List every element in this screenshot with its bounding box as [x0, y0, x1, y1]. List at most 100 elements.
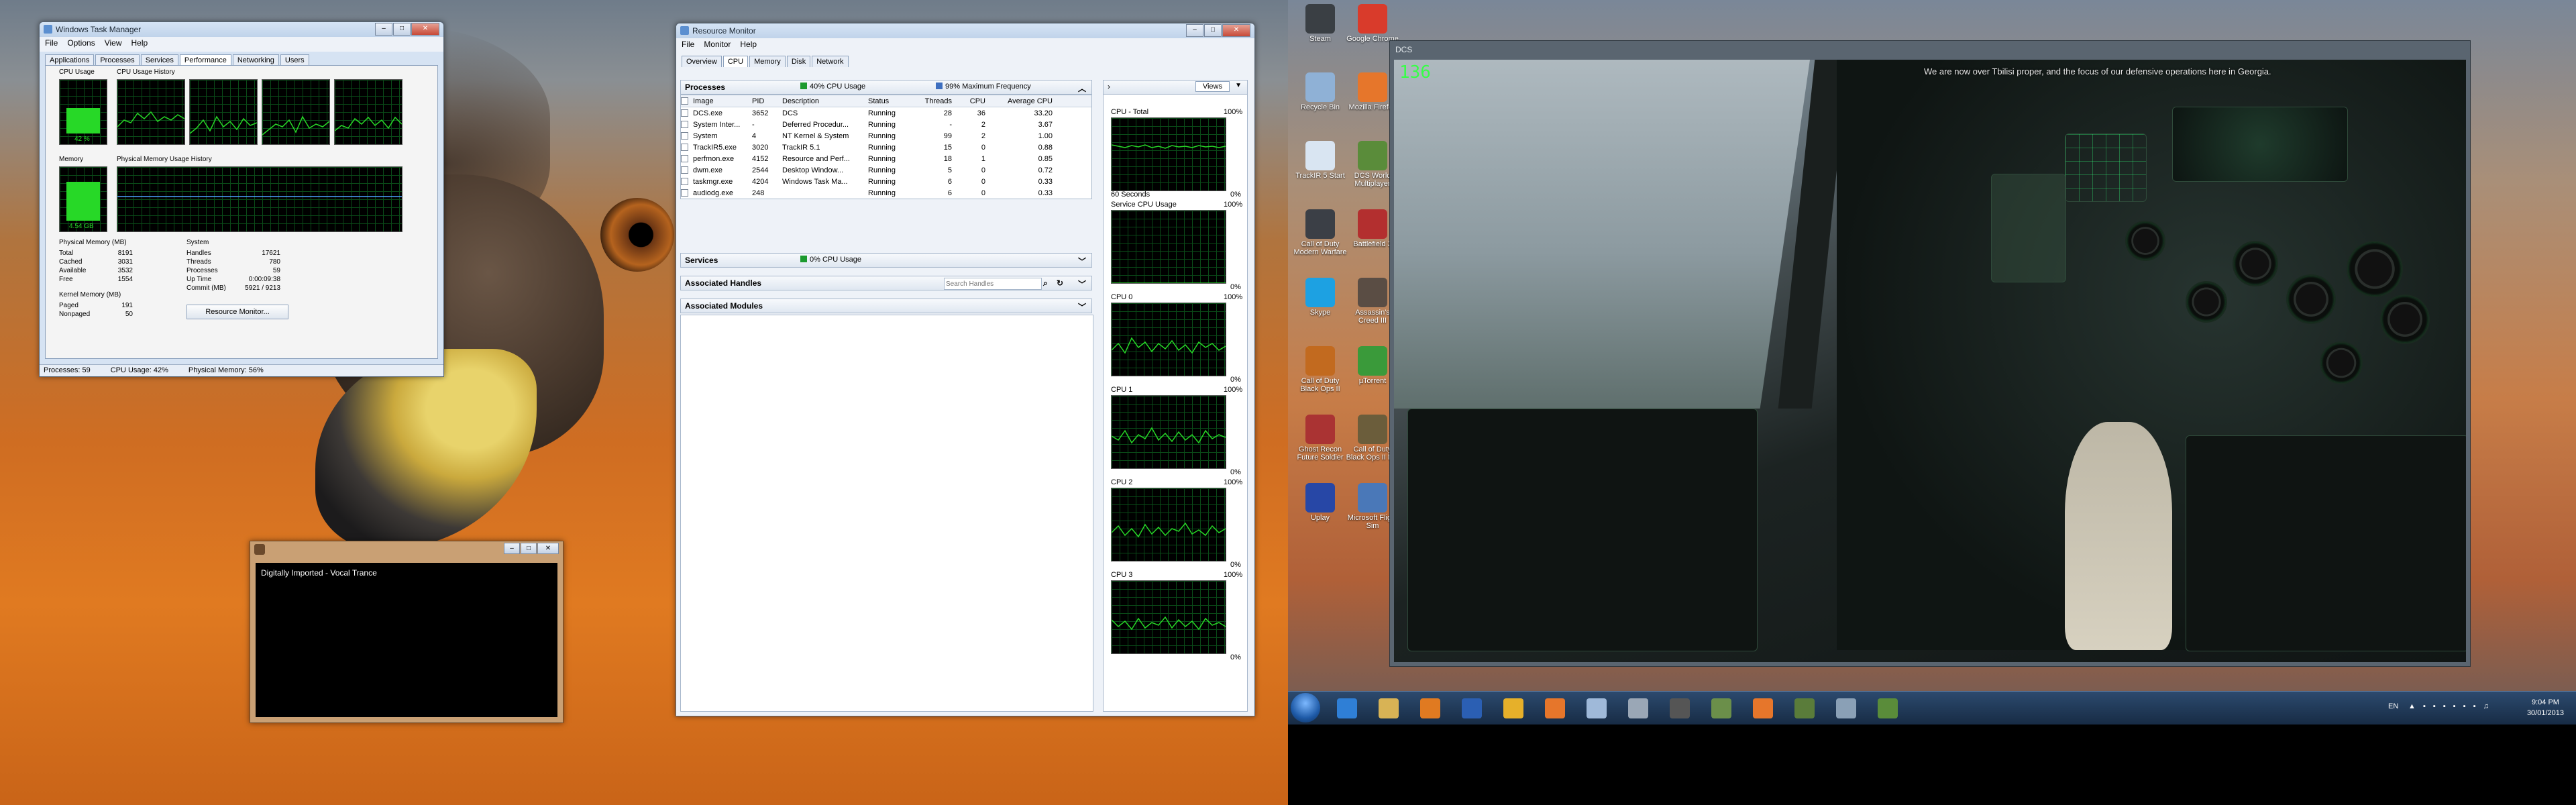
tray-icons[interactable]: ▲ ▪ ▪ ▪ ▪ ▪ ▪ ♫ [2408, 702, 2491, 710]
row-checkbox[interactable] [681, 144, 688, 151]
close-button[interactable]: ✕ [411, 23, 439, 36]
row-checkbox[interactable] [681, 132, 688, 140]
tab-applications[interactable]: Applications [45, 54, 95, 66]
tab-overview[interactable]: Overview [682, 56, 722, 67]
desktop-icon[interactable]: Call of Duty Modern Warfare [1293, 209, 1347, 256]
taskbar-item-dcs[interactable] [1661, 694, 1699, 722]
dcs-cockpit-view[interactable]: 136 We are now over Tbilisi proper, and … [1394, 60, 2466, 662]
modules-section-header[interactable]: Associated Modules ﹀ [680, 299, 1092, 313]
desktop-icon-label: Call of Duty Modern Warfare [1293, 240, 1347, 256]
views-button[interactable]: Views [1195, 81, 1230, 92]
menu-view[interactable]: View [105, 38, 122, 50]
table-row[interactable]: System 4 NT Kernel & System Running 99 2 1.00 [681, 130, 1091, 142]
maximize-button[interactable]: □ [1204, 24, 1222, 37]
table-row[interactable]: TrackIR5.exe 3020 TrackIR 5.1 Running 15 0 0.8… [681, 142, 1091, 153]
close-button[interactable]: ✕ [1222, 24, 1250, 37]
table-row[interactable]: System Inter... - Deferred Procedur... Runn… [681, 119, 1091, 130]
taskbar-item-dcs-world[interactable] [1869, 694, 1907, 722]
taskbar-item-outlook-like[interactable] [1495, 694, 1532, 722]
menu-file[interactable]: File [45, 38, 58, 50]
search-handles-input[interactable] [944, 278, 1042, 290]
taskbar-item-task-manager[interactable] [1786, 694, 1823, 722]
menu-options[interactable]: Options [67, 38, 95, 50]
taskbar-item-calculator[interactable] [1703, 694, 1740, 722]
row-checkbox[interactable] [681, 189, 688, 197]
row-checkbox[interactable] [681, 166, 688, 174]
tab-disk[interactable]: Disk [786, 56, 811, 67]
expand-pane-icon[interactable]: › [1108, 82, 1110, 91]
desktop-icon[interactable]: Google Chrome [1346, 4, 1399, 43]
taskbar-item-media-player[interactable] [1411, 694, 1449, 722]
expand-icon[interactable]: ﹀ [1078, 278, 1086, 290]
app-icon [1305, 72, 1335, 102]
search-icon[interactable]: ⌕ [1043, 278, 1048, 288]
col-description[interactable]: Description [782, 97, 868, 105]
table-row[interactable]: DCS.exe 3652 DCS Running 28 36 33.20 [681, 107, 1091, 119]
tab-network[interactable]: Network [812, 56, 849, 67]
table-row[interactable]: taskmgr.exe 4204 Windows Task Ma... Running… [681, 176, 1091, 187]
col-status[interactable]: Status [868, 97, 918, 105]
row-checkbox[interactable] [681, 155, 688, 162]
handles-section-header[interactable]: Associated Handles ⌕ ↻ ﹀ [680, 276, 1092, 290]
taskbar-item-settings[interactable] [1619, 694, 1657, 722]
table-row[interactable]: dwm.exe 2544 Desktop Window... Running 5 0 0.7… [681, 164, 1091, 176]
views-dropdown-icon[interactable]: ▼ [1235, 82, 1242, 89]
col-image[interactable]: Image [693, 97, 752, 105]
minimize-button[interactable]: – [1186, 24, 1203, 37]
desktop-icon[interactable]: Recycle Bin [1293, 72, 1347, 111]
minimize-button[interactable]: – [504, 543, 520, 554]
language-indicator[interactable]: EN [2388, 702, 2398, 710]
tab-processes[interactable]: Processes [95, 54, 140, 66]
desktop-icon[interactable]: Call of Duty Black Ops II [1293, 346, 1347, 393]
tab-networking[interactable]: Networking [232, 54, 279, 66]
tab-performance[interactable]: Performance [179, 54, 231, 66]
col-cpu[interactable]: CPU [952, 97, 985, 105]
row-checkbox[interactable] [681, 109, 688, 117]
tab-cpu[interactable]: CPU [722, 56, 749, 67]
tab-users[interactable]: Users [280, 54, 309, 66]
taskbar-item-firefox-2[interactable] [1744, 694, 1782, 722]
close-button[interactable]: ✕ [537, 543, 559, 554]
taskbar-item-word[interactable] [1453, 694, 1491, 722]
tab-memory[interactable]: Memory [749, 56, 786, 67]
desktop-icon[interactable]: Skype [1293, 278, 1347, 317]
services-section-header[interactable]: Services 0% CPU Usage ﹀ [680, 253, 1092, 268]
table-row[interactable]: audiodg.exe 248 Running 6 0 0.33 [681, 187, 1091, 199]
desktop-icon[interactable]: TrackIR 5 Start [1293, 141, 1347, 180]
desktop-icon[interactable]: Uplay [1293, 483, 1347, 522]
menu-file[interactable]: File [682, 40, 694, 52]
task-manager-titlebar[interactable]: Windows Task Manager – □ ✕ [40, 22, 443, 37]
maximize-button[interactable]: □ [393, 23, 411, 36]
desktop-icon[interactable]: Steam [1293, 4, 1347, 43]
taskbar-item-paint[interactable] [1578, 694, 1615, 722]
row-checkbox[interactable] [681, 121, 688, 128]
start-button[interactable] [1291, 693, 1320, 722]
taskbar-item-resource-monitor[interactable] [1827, 694, 1865, 722]
taskbar-item-ie[interactable] [1328, 694, 1366, 722]
refresh-icon[interactable]: ↻ [1057, 278, 1063, 288]
resource-monitor-titlebar[interactable]: Resource Monitor – □ ✕ [676, 23, 1254, 38]
maximize-button[interactable]: □ [521, 543, 537, 554]
collapse-icon[interactable]: ︿ [1078, 83, 1086, 94]
processes-section-header[interactable]: Processes 40% CPU Usage 99% Maximum Freq… [680, 80, 1092, 95]
menu-help[interactable]: Help [740, 40, 757, 52]
taskbar-item-explorer[interactable] [1370, 694, 1407, 722]
select-all-checkbox[interactable] [681, 97, 688, 105]
radar-display [2065, 133, 2147, 202]
expand-icon[interactable]: ﹀ [1078, 256, 1086, 267]
resource-monitor-button[interactable]: Resource Monitor... [186, 305, 288, 319]
menu-help[interactable]: Help [131, 38, 148, 50]
desktop-icon[interactable]: Ghost Recon Future Soldier [1293, 415, 1347, 462]
table-row[interactable]: perfmon.exe 4152 Resource and Perf... Runni… [681, 153, 1091, 164]
taskbar-item-firefox[interactable] [1536, 694, 1574, 722]
menu-monitor[interactable]: Monitor [704, 40, 731, 52]
col-pid[interactable]: PID [752, 97, 782, 105]
minimize-button[interactable]: – [375, 23, 392, 36]
col-average-cpu[interactable]: Average CPU [985, 97, 1053, 105]
clock[interactable]: 9:04 PM 30/01/2013 [2527, 697, 2564, 718]
col-threads[interactable]: Threads [918, 97, 952, 105]
physical-memory-history-graph [117, 166, 402, 232]
expand-icon[interactable]: ﹀ [1078, 301, 1086, 313]
tab-services[interactable]: Services [140, 54, 178, 66]
row-checkbox[interactable] [681, 178, 688, 185]
